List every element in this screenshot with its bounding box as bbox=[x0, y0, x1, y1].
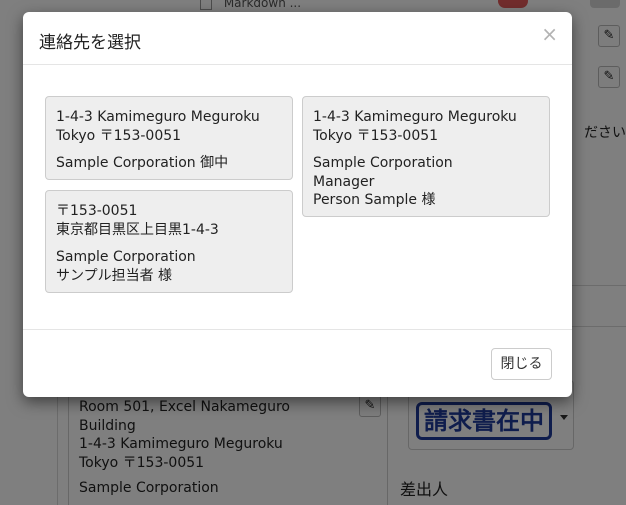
contact-card[interactable]: 1-4-3 Kamimeguro Meguroku Tokyo 〒153-005… bbox=[45, 96, 293, 180]
close-button[interactable]: 閉じる bbox=[491, 348, 552, 380]
dialog-header: 連絡先を選択 × bbox=[23, 12, 572, 65]
select-contact-dialog: 連絡先を選択 × 1-4-3 Kamimeguro Meguroku Tokyo… bbox=[23, 12, 572, 397]
contact-card[interactable]: 〒153-0051 東京都目黒区上目黒1-4-3 Sample Corporat… bbox=[45, 190, 293, 293]
contact-address-line: 1-4-3 Kamimeguro Meguroku bbox=[313, 109, 517, 125]
contact-name-line: Sample Corporation bbox=[56, 249, 196, 265]
dialog-body: 1-4-3 Kamimeguro Meguroku Tokyo 〒153-005… bbox=[23, 65, 572, 328]
contact-address-line: 1-4-3 Kamimeguro Meguroku bbox=[56, 109, 260, 125]
contact-address-line: Tokyo 〒153-0051 bbox=[313, 127, 439, 144]
close-icon[interactable]: × bbox=[541, 24, 558, 44]
contact-address-line: 東京都目黒区上目黒1-4-3 bbox=[56, 221, 219, 238]
contact-name-line: サンプル担当者 様 bbox=[56, 267, 173, 284]
contact-name-line: Sample Corporation bbox=[313, 155, 453, 171]
contact-card[interactable]: 1-4-3 Kamimeguro Meguroku Tokyo 〒153-005… bbox=[302, 96, 550, 217]
contact-address-line: 〒153-0051 bbox=[56, 203, 138, 219]
contact-name-line: Manager bbox=[313, 173, 375, 190]
contact-name-line: Person Sample 様 bbox=[313, 192, 436, 208]
dialog-footer: 閉じる bbox=[23, 329, 572, 397]
contact-name-line: Sample Corporation 御中 bbox=[56, 155, 229, 171]
dialog-title: 連絡先を選択 bbox=[39, 33, 141, 53]
contact-address-line: Tokyo 〒153-0051 bbox=[56, 127, 182, 144]
